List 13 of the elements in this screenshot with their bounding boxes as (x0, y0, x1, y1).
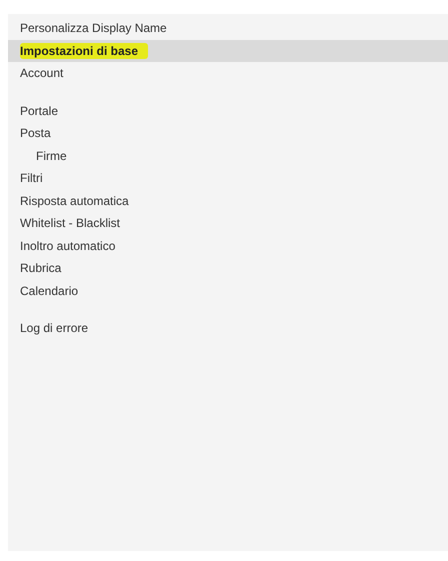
sidebar-item[interactable]: Portale (8, 100, 448, 122)
sidebar-item[interactable]: Log di errore (8, 317, 448, 340)
sidebar-item[interactable]: Account (8, 62, 448, 84)
sidebar-item[interactable]: Personalizza Display Name (8, 17, 448, 40)
sidebar-item[interactable]: Posta (8, 122, 448, 144)
sidebar-item[interactable]: Calendario (8, 280, 448, 302)
sidebar-item[interactable]: Impostazioni di base (8, 40, 448, 62)
sidebar-subitem[interactable]: Firme (8, 144, 448, 167)
sidebar-item[interactable]: Whitelist - Blacklist (8, 212, 448, 234)
sidebar-item[interactable]: Risposta automatica (8, 190, 448, 212)
sidebar-item[interactable]: Inoltro automatico (8, 234, 448, 257)
sidebar-item[interactable]: Filtri (8, 167, 448, 190)
sidebar-item[interactable]: Rubrica (8, 257, 448, 280)
